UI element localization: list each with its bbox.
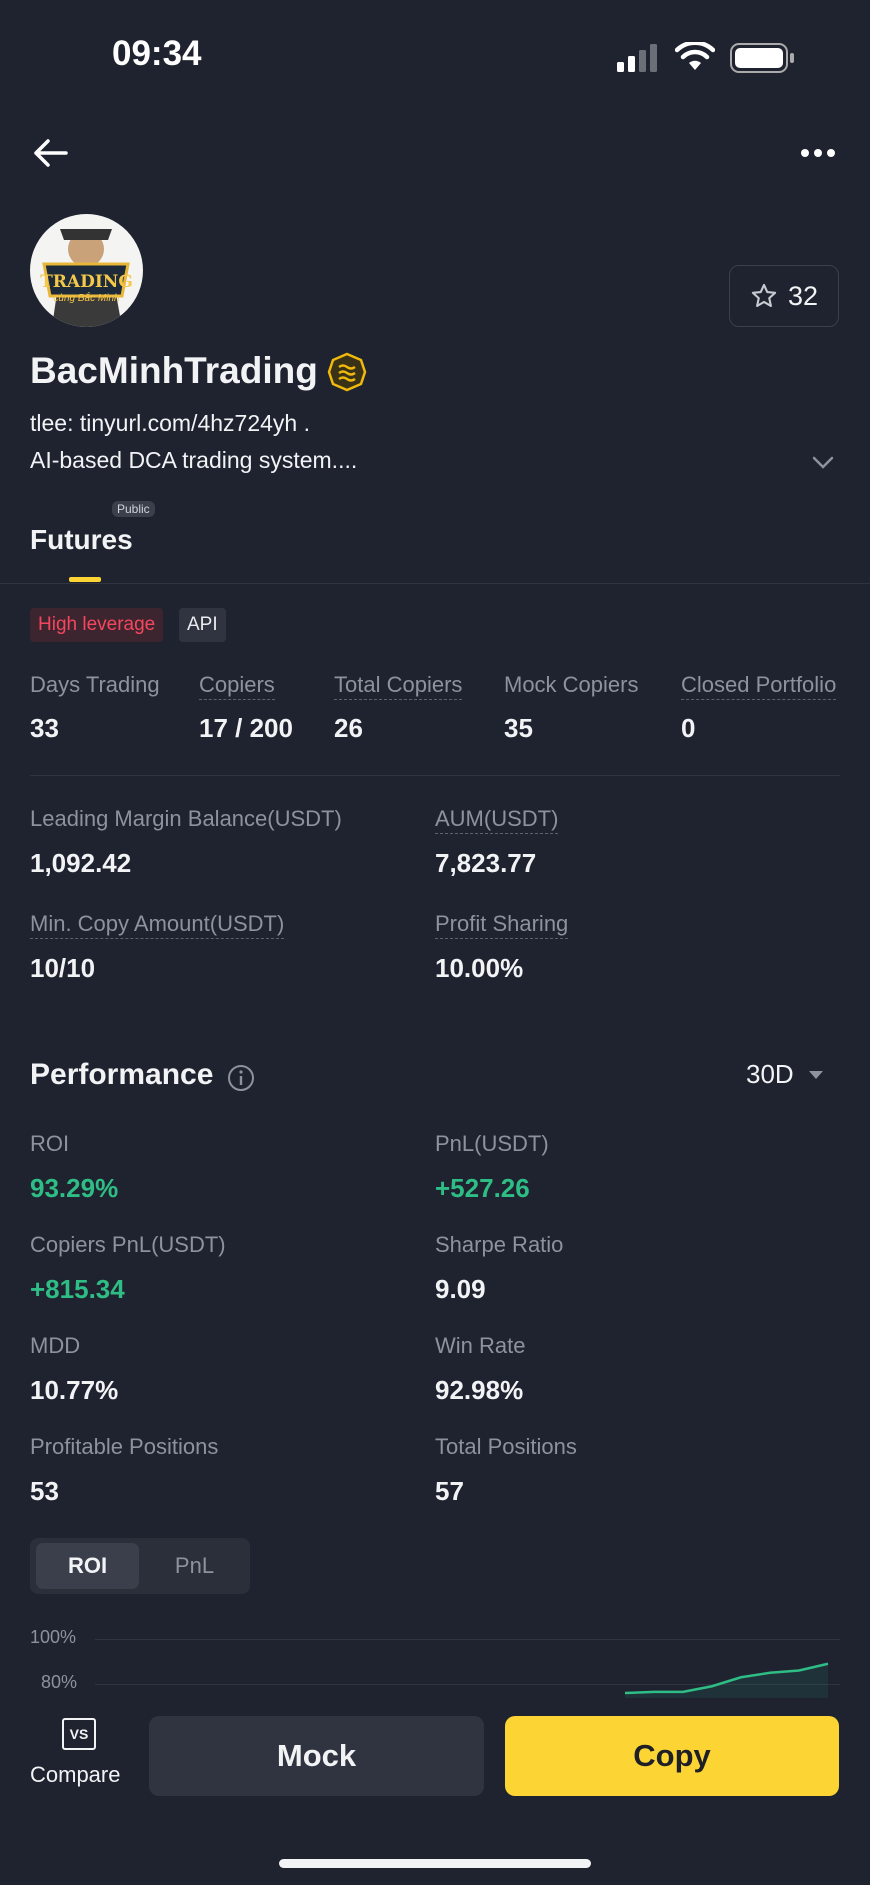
- copiers-pnl-value: +815.34: [30, 1274, 125, 1304]
- stat-label-closed-portfolio[interactable]: Closed Portfolio: [681, 672, 837, 700]
- battery-icon: [730, 43, 796, 78]
- profitable-positions-label: Profitable Positions: [30, 1434, 219, 1459]
- tab-futures[interactable]: Futures: [30, 524, 133, 556]
- tab-divider: [0, 583, 870, 584]
- mdd-value: 10.77%: [30, 1375, 119, 1405]
- winrate-value: 92.98%: [435, 1375, 524, 1405]
- stats-divider: [30, 775, 840, 776]
- stat-value-total-copiers: 26: [334, 713, 363, 743]
- high-leverage-tag: High leverage: [30, 608, 164, 642]
- total-positions-label: Total Positions: [435, 1434, 577, 1459]
- home-indicator: [279, 1859, 591, 1868]
- chart-area: 100% 80%: [0, 1620, 870, 1698]
- stat-closed-portfolio-clip: Closed Portfolio: [681, 668, 870, 708]
- stat-value-days-trading: 33: [30, 713, 59, 743]
- stat-label-total-copiers[interactable]: Total Copiers: [334, 672, 463, 700]
- stat-value-closed-portfolio: 0: [681, 713, 696, 743]
- roi-value: 93.29%: [30, 1173, 119, 1203]
- sharpe-value: 9.09: [435, 1274, 486, 1304]
- period-selector[interactable]: 30D: [746, 1059, 824, 1090]
- expand-bio-icon[interactable]: [811, 455, 835, 476]
- public-badge: Public: [112, 501, 155, 517]
- favorite-count: 32: [787, 280, 819, 311]
- toggle-roi[interactable]: ROI: [36, 1543, 139, 1589]
- aum-label[interactable]: AUM(USDT): [435, 806, 559, 834]
- vs-icon-text: VS: [69, 1726, 89, 1742]
- copiers-pnl-label: Copiers PnL(USDT): [30, 1232, 226, 1257]
- sharpe-label: Sharpe Ratio: [435, 1232, 564, 1257]
- min-copy-label[interactable]: Min. Copy Amount(USDT): [30, 911, 285, 939]
- compare-button[interactable]: VS Compare: [20, 1716, 140, 1796]
- leading-margin-value: 1,092.42: [30, 848, 132, 878]
- bio-line-1: tlee: tinyurl.com/4hz724yh .: [30, 410, 310, 436]
- avatar-logo-text: TRADING: [40, 272, 133, 292]
- aum-value: 7,823.77: [435, 848, 537, 878]
- info-icon[interactable]: [227, 1064, 255, 1097]
- copy-button[interactable]: Copy: [505, 1716, 839, 1796]
- compare-label: Compare: [30, 1762, 121, 1787]
- stat-label-mock-copiers: Mock Copiers: [504, 672, 639, 697]
- verified-badge-icon: [327, 352, 367, 397]
- mdd-label: MDD: [30, 1333, 81, 1358]
- mock-button[interactable]: Mock: [149, 1716, 484, 1796]
- pnl-value: +527.26: [435, 1173, 530, 1203]
- period-value: 30D: [746, 1059, 794, 1089]
- leading-margin-label: Leading Margin Balance(USDT): [30, 806, 342, 831]
- tab-active-indicator: [69, 577, 101, 582]
- vs-icon: VS: [62, 1718, 96, 1750]
- performance-title: Performance: [30, 1058, 214, 1091]
- profit-sharing-label[interactable]: Profit Sharing: [435, 911, 569, 939]
- pnl-label: PnL(USDT): [435, 1131, 549, 1156]
- stat-value-mock-copiers: 35: [504, 713, 533, 743]
- avatar-logo-subtext: cùng Bắc Minh: [53, 293, 120, 304]
- status-time: 09:34: [112, 34, 202, 73]
- stat-value-copiers: 17 / 200: [199, 713, 293, 743]
- favorite-button[interactable]: 32: [729, 265, 839, 327]
- back-icon[interactable]: [32, 137, 68, 174]
- stat-label-copiers[interactable]: Copiers: [199, 672, 275, 700]
- caret-down-icon: [808, 1070, 823, 1079]
- profit-sharing-value: 10.00%: [435, 953, 524, 983]
- trader-name: BacMinhTrading: [30, 350, 318, 391]
- profitable-positions-value: 53: [30, 1476, 59, 1506]
- api-tag: API: [179, 608, 226, 642]
- total-positions-value: 57: [435, 1476, 464, 1506]
- star-icon: [751, 283, 777, 307]
- roi-line-chart: [624, 1662, 829, 1698]
- stat-label-days-trading: Days Trading: [30, 672, 160, 697]
- toggle-pnl[interactable]: PnL: [143, 1543, 246, 1589]
- wifi-icon: [674, 40, 716, 77]
- signal-icon: [615, 44, 663, 79]
- winrate-label: Win Rate: [435, 1333, 526, 1358]
- more-icon[interactable]: [800, 146, 836, 165]
- min-copy-value: 10/10: [30, 953, 96, 983]
- roi-label: ROI: [30, 1131, 70, 1156]
- avatar: TRADING cùng Bắc Minh: [30, 214, 143, 327]
- bio-line-2: AI-based DCA trading system....: [30, 447, 358, 473]
